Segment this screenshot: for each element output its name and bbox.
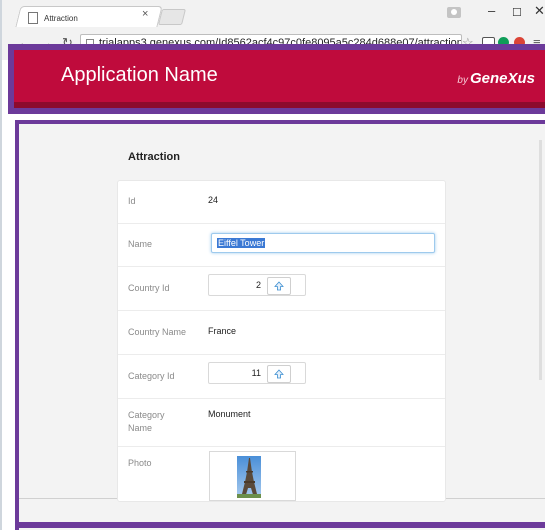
header-bottom-band bbox=[14, 102, 545, 108]
country-name-value: France bbox=[208, 326, 237, 336]
category-id-label: Category Id bbox=[128, 371, 175, 381]
category-name-value: Monument bbox=[208, 409, 251, 419]
category-id-value[interactable]: 11 bbox=[209, 368, 261, 378]
form-row-photo: Photo bbox=[118, 447, 445, 501]
app-name: Application Name bbox=[61, 64, 218, 86]
id-value: 24 bbox=[208, 195, 219, 205]
attraction-form: Id 24 Name Eiffel Tower Country Id 2 Cou… bbox=[117, 180, 446, 502]
name-label: Name bbox=[128, 239, 153, 249]
photo-label: Photo bbox=[128, 458, 152, 468]
browser-tab-content[interactable]: Attraction bbox=[28, 9, 78, 27]
frame-bottom-border bbox=[15, 522, 545, 528]
form-row-country-id: Country Id 2 bbox=[118, 267, 445, 311]
category-prompt-button[interactable] bbox=[267, 365, 291, 383]
form-row-category-name: Category Name Monument bbox=[118, 399, 445, 447]
new-tab-button[interactable] bbox=[158, 9, 186, 25]
name-input-value[interactable]: Eiffel Tower bbox=[217, 238, 266, 248]
photo-image[interactable] bbox=[209, 451, 296, 501]
app-header: Application Name by GeneXus bbox=[8, 44, 545, 114]
up-arrow-icon bbox=[274, 281, 284, 291]
country-id-value[interactable]: 2 bbox=[209, 280, 261, 290]
form-row-country-name: Country Name France bbox=[118, 311, 445, 355]
country-id-label: Country Id bbox=[128, 283, 170, 293]
form-row-name: Name Eiffel Tower bbox=[118, 224, 445, 267]
name-input[interactable]: Eiffel Tower bbox=[211, 233, 435, 253]
brand-by: by bbox=[457, 75, 468, 86]
country-id-input[interactable]: 2 bbox=[208, 274, 306, 296]
window-maximize-button[interactable]: ☐ bbox=[512, 6, 522, 19]
vertical-scrollbar[interactable] bbox=[539, 140, 542, 380]
eiffel-tower-image bbox=[237, 456, 261, 498]
id-label: Id bbox=[128, 196, 136, 206]
tab-title: Attraction bbox=[44, 13, 78, 23]
category-name-label: Category Name bbox=[128, 410, 165, 433]
window-close-button[interactable]: ✕ bbox=[534, 3, 545, 19]
country-name-label: Country Name bbox=[128, 327, 187, 337]
form-row-category-id: Category Id 11 bbox=[118, 355, 445, 399]
category-id-input[interactable]: 11 bbox=[208, 362, 306, 384]
country-prompt-button[interactable] bbox=[267, 277, 291, 295]
page-title: Attraction bbox=[128, 151, 180, 163]
form-row-id: Id 24 bbox=[118, 181, 445, 224]
up-arrow-icon bbox=[274, 369, 284, 379]
window-left-edge bbox=[0, 0, 2, 530]
genexus-logo: by GeneXus bbox=[457, 70, 535, 88]
tab-close-button[interactable]: × bbox=[142, 8, 148, 20]
window-minimize-button[interactable]: – bbox=[488, 3, 495, 18]
brand-name: GeneXus bbox=[469, 70, 535, 87]
profile-icon[interactable] bbox=[447, 7, 461, 18]
page-icon bbox=[28, 12, 38, 24]
